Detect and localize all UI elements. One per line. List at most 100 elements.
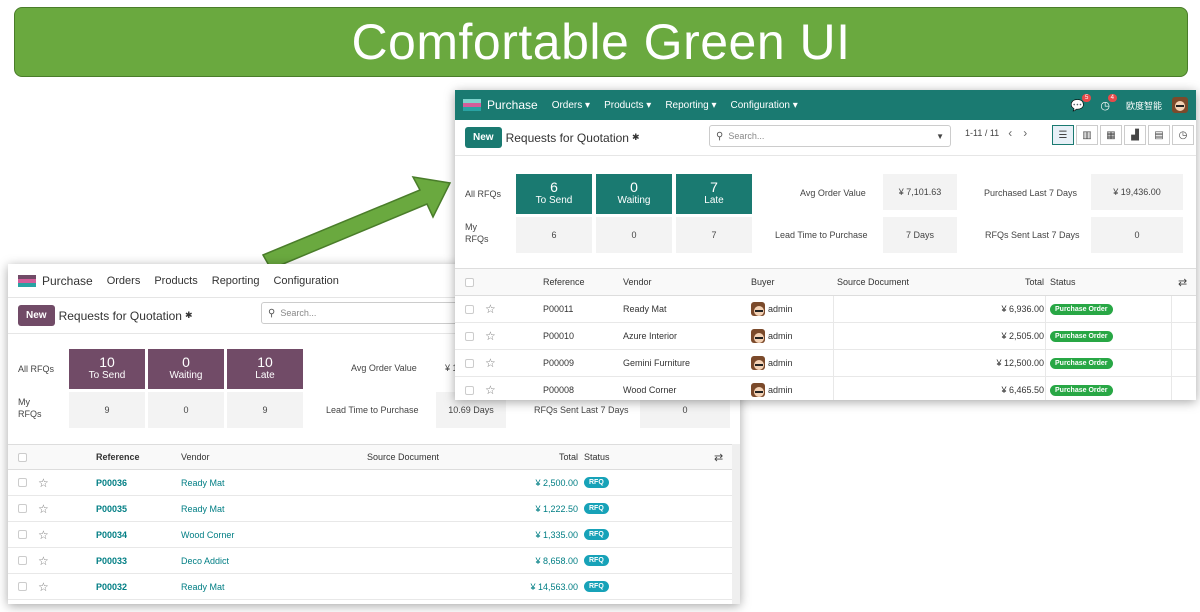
front-app-brand[interactable]: Purchase	[463, 98, 538, 112]
tile-label: Late	[704, 195, 724, 206]
star-icon[interactable]: ☆	[38, 522, 49, 547]
pager-value[interactable]: 1-11 / 11	[965, 128, 999, 138]
row-checkbox[interactable]	[18, 582, 27, 591]
star-icon[interactable]: ☆	[485, 350, 496, 376]
tile-waiting[interactable]: 0 Waiting	[148, 349, 224, 389]
table-row[interactable]: ☆ P00035 Ready Mat ¥ 1,222.50 RFQ	[8, 496, 732, 522]
tile-to-send[interactable]: 10 To Send	[69, 349, 145, 389]
star-icon[interactable]: ☆	[485, 377, 496, 400]
menu-configuration[interactable]: Configuration	[273, 275, 338, 287]
menu-products[interactable]: Products	[154, 275, 197, 287]
menu-reporting[interactable]: Reporting ▾	[665, 100, 716, 111]
tile-late[interactable]: 10 Late	[227, 349, 303, 389]
tile-to-send[interactable]: 6 To Send	[516, 174, 592, 214]
avg-order-label: Avg Order Value	[351, 363, 417, 373]
row-buyer: admin	[768, 385, 793, 395]
my-waiting[interactable]: 0	[148, 392, 224, 428]
my-late[interactable]: 9	[227, 392, 303, 428]
menu-configuration[interactable]: Configuration ▾	[731, 100, 798, 111]
menu-orders[interactable]: Orders ▾	[552, 100, 590, 111]
row-vendor: Azure Interior	[623, 331, 678, 341]
gear-icon[interactable]: ✱	[185, 310, 193, 321]
star-icon[interactable]: ☆	[38, 470, 49, 495]
back-app-brand[interactable]: Purchase	[18, 274, 93, 288]
kanban-view-icon[interactable]: ▥	[1076, 125, 1098, 145]
col-status[interactable]: Status	[584, 445, 610, 469]
front-rfq-table: Reference Vendor Buyer Source Document T…	[455, 268, 1196, 400]
select-all-checkbox[interactable]	[465, 277, 474, 287]
new-button[interactable]: New	[465, 127, 502, 148]
table-row[interactable]: ☆ P00010 Azure Interior admin ¥ 2,505.00…	[455, 323, 1196, 350]
col-total[interactable]: Total	[548, 445, 578, 469]
menu-products[interactable]: Products ▾	[604, 100, 651, 111]
search-input[interactable]: ⚲ Search... ▼	[709, 125, 951, 147]
company-name[interactable]: 欧度智能	[1126, 99, 1162, 112]
col-reference[interactable]: Reference	[543, 269, 585, 295]
table-row[interactable]: ☆ P00032 Ready Mat ¥ 14,563.00 RFQ	[8, 574, 732, 600]
column-settings-icon[interactable]: ⇄	[1178, 269, 1187, 295]
row-checkbox[interactable]	[465, 331, 474, 341]
tile-count: 0	[630, 179, 638, 195]
col-source[interactable]: Source Document	[367, 445, 439, 469]
my-late[interactable]: 7	[676, 217, 752, 253]
star-icon[interactable]: ☆	[485, 296, 496, 322]
col-source[interactable]: Source Document	[837, 269, 909, 295]
col-vendor[interactable]: Vendor	[181, 445, 210, 469]
column-settings-icon[interactable]: ⇄	[714, 445, 723, 469]
activity-clock-icon[interactable]: ◷ 4	[1100, 93, 1117, 112]
tile-late[interactable]: 7 Late	[676, 174, 752, 214]
row-checkbox[interactable]	[18, 478, 27, 487]
col-buyer[interactable]: Buyer	[751, 269, 775, 295]
graph-view-icon[interactable]: ▟	[1124, 125, 1146, 145]
status-badge: Purchase Order	[1050, 330, 1113, 342]
row-checkbox[interactable]	[18, 504, 27, 513]
search-icon: ⚲	[268, 307, 276, 319]
col-status[interactable]: Status	[1050, 269, 1076, 295]
table-row[interactable]: ☆ P00034 Wood Corner ¥ 1,335.00 RFQ	[8, 522, 732, 548]
status-badge: Purchase Order	[1050, 357, 1113, 369]
row-buyer: admin	[768, 304, 793, 314]
all-rfqs-label: All RFQs	[465, 189, 501, 199]
calendar-view-icon[interactable]: ▤	[1148, 125, 1170, 145]
select-all-checkbox[interactable]	[18, 452, 27, 462]
my-to-send[interactable]: 9	[69, 392, 145, 428]
search-dropdown-icon[interactable]: ▼	[936, 132, 944, 141]
search-input[interactable]: ⚲ Search...	[261, 302, 461, 324]
status-badge: RFQ	[584, 555, 609, 566]
row-checkbox[interactable]	[18, 530, 27, 539]
list-view-icon[interactable]: ☰	[1052, 125, 1074, 145]
menu-reporting[interactable]: Reporting	[212, 275, 260, 287]
pivot-view-icon[interactable]: ▦	[1100, 125, 1122, 145]
buyer-avatar	[751, 383, 765, 397]
table-row[interactable]: ☆ P00033 Deco Addict ¥ 8,658.00 RFQ	[8, 548, 732, 574]
activity-view-icon[interactable]: ◷	[1172, 125, 1194, 145]
row-checkbox[interactable]	[18, 556, 27, 565]
table-row[interactable]: ☆ P00009 Gemini Furniture admin ¥ 12,500…	[455, 350, 1196, 377]
pager-next-icon[interactable]: ›	[1023, 126, 1027, 140]
row-checkbox[interactable]	[465, 304, 474, 314]
col-reference[interactable]: Reference	[96, 445, 140, 469]
user-avatar[interactable]	[1172, 97, 1188, 113]
col-vendor[interactable]: Vendor	[623, 269, 652, 295]
table-row[interactable]: ☆ P00008 Wood Corner admin ¥ 6,465.50 Pu…	[455, 377, 1196, 400]
menu-orders[interactable]: Orders	[107, 275, 141, 287]
row-checkbox[interactable]	[465, 358, 474, 368]
messages-icon[interactable]: 💬 5	[1071, 93, 1092, 112]
col-total[interactable]: Total	[1014, 269, 1044, 295]
row-total: ¥ 6,936.00	[1001, 304, 1044, 314]
star-icon[interactable]: ☆	[38, 574, 49, 599]
table-row[interactable]: ☆ P00036 Ready Mat ¥ 2,500.00 RFQ	[8, 470, 732, 496]
star-icon[interactable]: ☆	[38, 496, 49, 521]
new-button[interactable]: New	[18, 305, 55, 326]
row-checkbox[interactable]	[465, 385, 474, 395]
my-to-send[interactable]: 6	[516, 217, 592, 253]
row-reference: P00035	[96, 503, 128, 514]
pager-prev-icon[interactable]: ‹	[1008, 126, 1012, 140]
gear-icon[interactable]: ✱	[632, 132, 640, 143]
scrollbar[interactable]	[732, 444, 740, 604]
star-icon[interactable]: ☆	[485, 323, 496, 349]
table-row[interactable]: ☆ P00011 Ready Mat admin ¥ 6,936.00 Purc…	[455, 296, 1196, 323]
star-icon[interactable]: ☆	[38, 548, 49, 573]
tile-waiting[interactable]: 0 Waiting	[596, 174, 672, 214]
my-waiting[interactable]: 0	[596, 217, 672, 253]
